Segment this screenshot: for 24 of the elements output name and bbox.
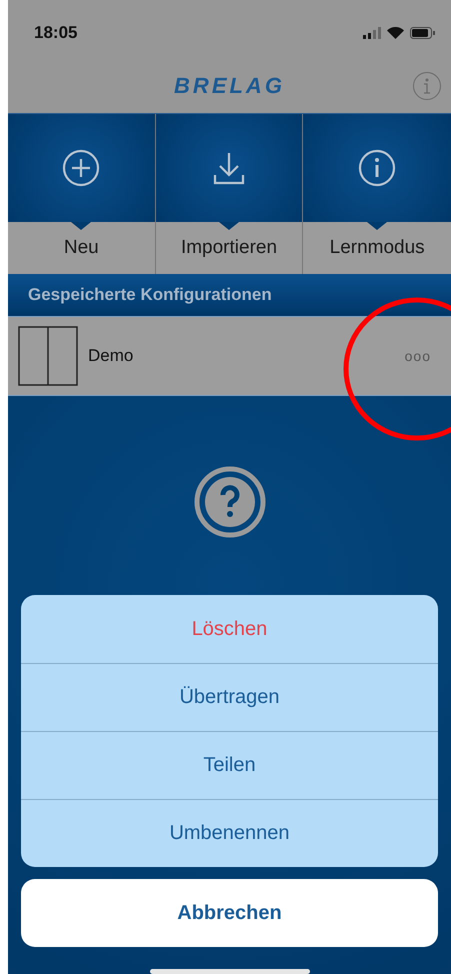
configuration-row[interactable]: Demo ooo — [8, 316, 451, 396]
info-icon — [422, 78, 432, 94]
info-button[interactable] — [413, 72, 441, 100]
battery-icon — [410, 27, 435, 39]
status-time: 18:05 — [34, 23, 78, 43]
help-icon — [194, 466, 266, 538]
action-button[interactable]: Teilen — [21, 731, 438, 799]
menu-tile[interactable]: Importieren — [156, 114, 304, 274]
info-icon — [358, 149, 396, 187]
pointer-notch — [218, 222, 239, 230]
wifi-icon — [387, 27, 404, 39]
signal-icon — [363, 27, 381, 39]
cancel-button[interactable]: Abbrechen — [21, 879, 438, 947]
menu-tile[interactable]: Lernmodus — [303, 114, 451, 274]
action-button[interactable]: Umbenennen — [21, 799, 438, 867]
pointer-notch — [367, 222, 388, 230]
double-switch-icon — [18, 326, 78, 386]
configuration-name: Demo — [88, 346, 134, 366]
brand-logo: BRELAG — [174, 72, 285, 98]
action-button[interactable]: Übertragen — [21, 663, 438, 731]
pointer-notch — [71, 222, 92, 230]
section-title: Gespeicherte Konfigurationen — [8, 274, 451, 316]
plus-icon — [62, 149, 100, 187]
menu-tile[interactable]: Neu — [8, 114, 156, 274]
